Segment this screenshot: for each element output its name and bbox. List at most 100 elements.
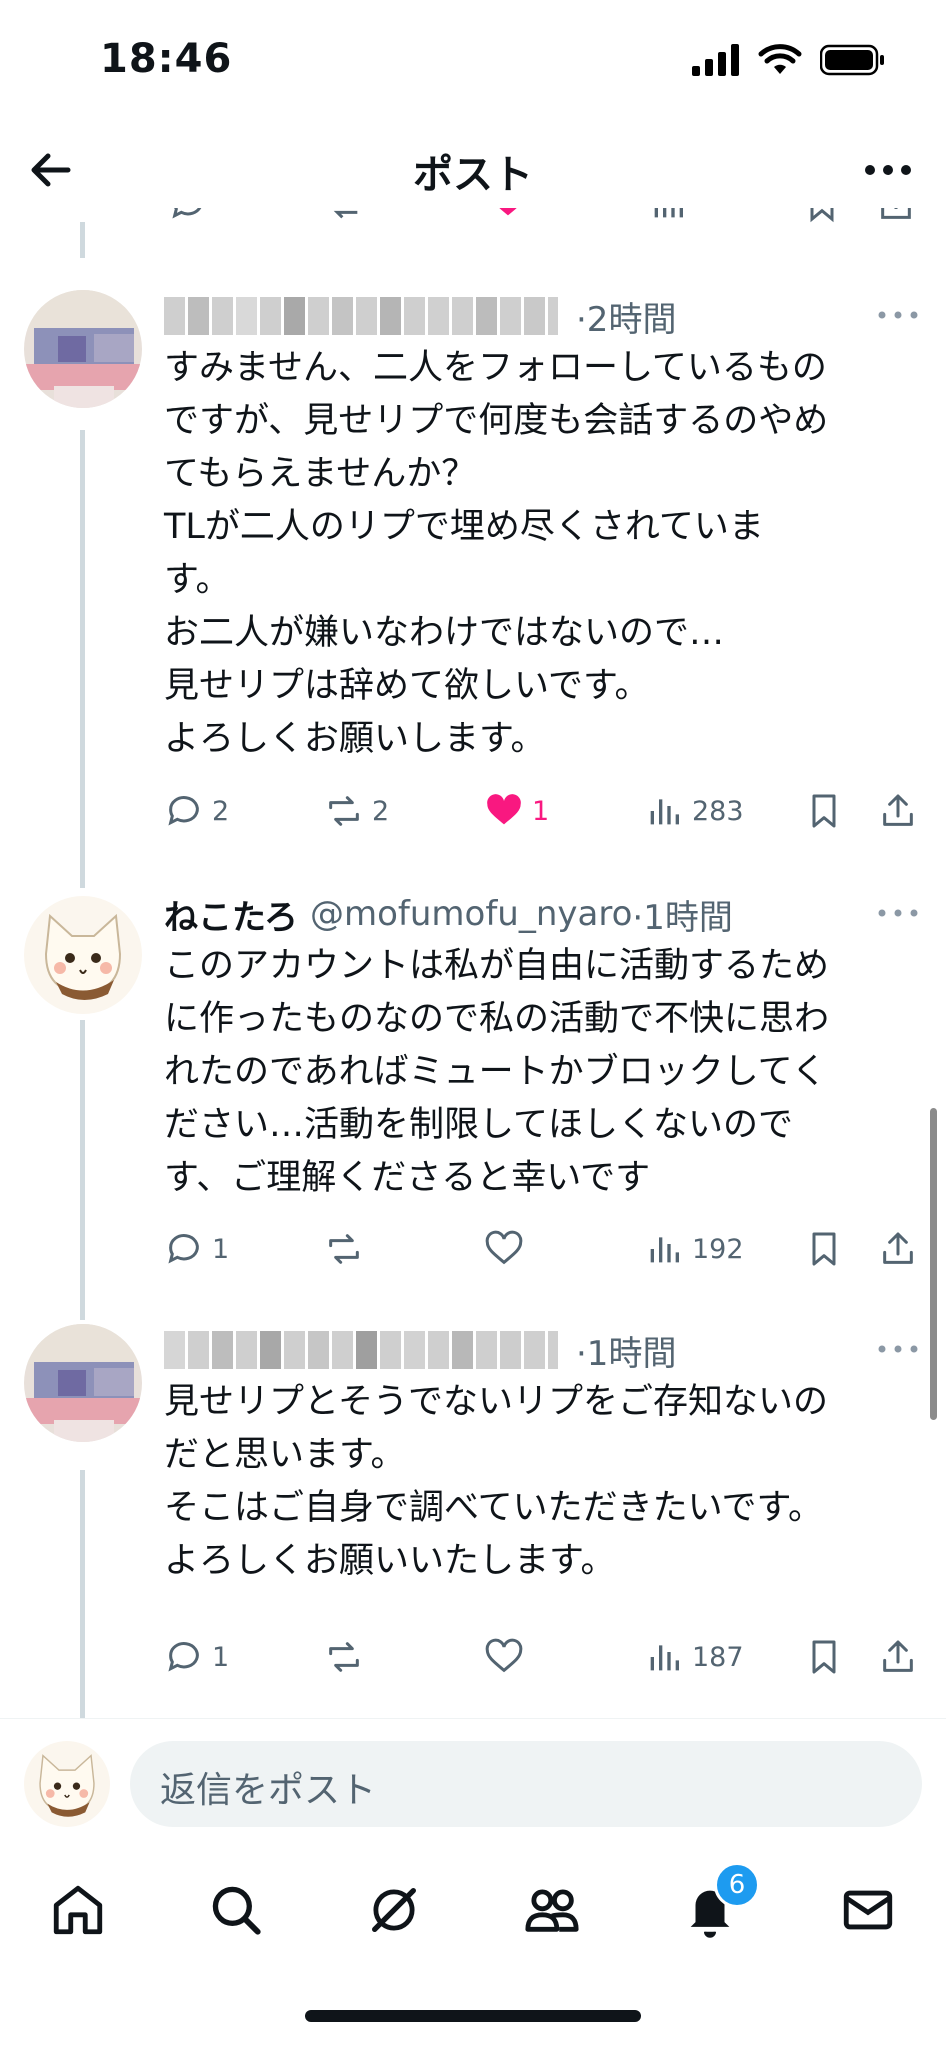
reply-icon bbox=[168, 796, 199, 826]
reply-post[interactable]: ·2時間 すみません、二人をフォローしているもの ですが、見せリプで何度も会話す… bbox=[0, 290, 946, 850]
bookmark-button[interactable] bbox=[804, 786, 844, 836]
reply-count: 2 bbox=[212, 795, 230, 827]
tab-search[interactable] bbox=[196, 1870, 276, 1950]
notification-badge: 6 bbox=[714, 1862, 760, 1908]
like-count: 1 bbox=[532, 795, 550, 827]
like-button[interactable] bbox=[484, 1632, 532, 1682]
battery-icon bbox=[820, 44, 884, 76]
reply-icon bbox=[168, 1642, 199, 1672]
repost-button[interactable] bbox=[324, 1632, 372, 1682]
scrollbar[interactable] bbox=[930, 1108, 937, 1420]
repost-button[interactable] bbox=[324, 1224, 372, 1274]
share-icon bbox=[883, 794, 913, 826]
repost-count: 2 bbox=[372, 795, 390, 827]
wifi-icon bbox=[758, 44, 802, 74]
bookmark-button[interactable] bbox=[804, 1224, 844, 1274]
views-button[interactable]: 187 bbox=[644, 1632, 744, 1682]
post-actions: 2 2 1 283 bbox=[164, 786, 928, 836]
tab-messages[interactable] bbox=[828, 1870, 908, 1950]
views-icon bbox=[650, 799, 679, 825]
like-button[interactable]: 1 bbox=[484, 786, 549, 836]
blurred-display-name bbox=[164, 1331, 558, 1369]
cat-avatar-icon bbox=[44, 913, 122, 1000]
thread-line bbox=[80, 222, 85, 258]
avatar[interactable] bbox=[24, 896, 142, 1014]
post-time[interactable]: ·2時間 bbox=[576, 292, 676, 341]
handle[interactable]: @mofumofu_nyaro bbox=[310, 894, 632, 934]
reply-button[interactable]: 2 bbox=[164, 786, 229, 836]
avatar[interactable] bbox=[24, 1741, 110, 1827]
share-icon bbox=[883, 1640, 913, 1672]
tab-communities[interactable] bbox=[512, 1870, 592, 1950]
repost-button[interactable]: 2 bbox=[324, 786, 389, 836]
repost-icon bbox=[329, 1234, 359, 1264]
view-count: 187 bbox=[692, 1641, 744, 1673]
blurred-display-name bbox=[164, 297, 558, 335]
reply-input[interactable]: 返信をポスト bbox=[130, 1741, 922, 1827]
tab-notifications[interactable]: 6 bbox=[670, 1862, 760, 1950]
home-indicator bbox=[305, 2010, 641, 2022]
previous-post-actions bbox=[164, 208, 924, 232]
views-button[interactable]: 283 bbox=[644, 786, 744, 836]
post-actions: 1 187 bbox=[164, 1632, 928, 1682]
views-icon bbox=[650, 1237, 679, 1263]
display-name[interactable]: ねこたろ bbox=[164, 890, 298, 939]
reply-post[interactable]: ·1時間 見せリプとそうでないリプをご存知ないの だと思います。 そこはご自身で… bbox=[0, 1324, 946, 1704]
share-button[interactable] bbox=[878, 1632, 918, 1682]
bookmark-button[interactable] bbox=[804, 1632, 844, 1682]
post-more-icon[interactable] bbox=[874, 898, 922, 928]
navigation-header: ポスト bbox=[0, 120, 946, 220]
reply-button[interactable]: 1 bbox=[164, 1224, 229, 1274]
reply-count: 1 bbox=[212, 1233, 230, 1265]
post-text: 見せリプとそうでないリプをご存知ないの だと思います。 そこはご自身で調べていた… bbox=[164, 1382, 828, 1581]
reply-placeholder: 返信をポスト bbox=[160, 1770, 377, 1811]
post-header: ねこたろ @mofumofu_nyaro ·1時間 bbox=[164, 888, 922, 940]
system-icons bbox=[692, 44, 886, 76]
bookmark-icon bbox=[812, 1640, 836, 1674]
share-button[interactable] bbox=[878, 786, 918, 836]
reply-button[interactable]: 1 bbox=[164, 1632, 229, 1682]
search-icon bbox=[212, 1886, 261, 1935]
post-text: このアカウントは私が自由に活動するため に作ったものなので私の活動で不快に思わ … bbox=[164, 946, 830, 1198]
cellular-signal-icon bbox=[692, 44, 739, 76]
mail-icon bbox=[843, 1890, 893, 1930]
post-more-icon[interactable] bbox=[874, 1334, 922, 1364]
tab-home[interactable] bbox=[38, 1870, 118, 1950]
like-button[interactable] bbox=[484, 1224, 532, 1274]
share-icon bbox=[883, 1232, 913, 1264]
view-count: 283 bbox=[692, 795, 744, 827]
views-button[interactable]: 192 bbox=[644, 1224, 744, 1274]
view-count: 192 bbox=[692, 1233, 744, 1265]
post-header: ·2時間 bbox=[164, 290, 922, 342]
post-time[interactable]: ·1時間 bbox=[632, 890, 732, 939]
post-text: すみません、二人をフォローしているもの ですが、見せリプで何度も会話するのやめ … bbox=[164, 348, 829, 759]
repost-icon bbox=[329, 796, 359, 826]
views-icon bbox=[650, 1645, 679, 1671]
bookmark-icon bbox=[812, 794, 836, 828]
post-more-icon[interactable] bbox=[874, 300, 922, 330]
status-bar: 18:46 bbox=[0, 0, 946, 120]
more-icon[interactable] bbox=[860, 150, 916, 190]
grok-icon bbox=[372, 1888, 416, 1932]
like-icon bbox=[487, 794, 521, 825]
post-header: ·1時間 bbox=[164, 1324, 922, 1376]
home-icon bbox=[53, 1885, 103, 1935]
repost-icon bbox=[329, 1642, 359, 1672]
reply-count: 1 bbox=[212, 1641, 230, 1673]
like-icon bbox=[485, 1638, 523, 1673]
reply-icon bbox=[168, 1234, 199, 1264]
like-icon bbox=[485, 1230, 523, 1265]
reply-composer: 返信をポスト bbox=[0, 1718, 946, 1849]
post-time[interactable]: ·1時間 bbox=[576, 1326, 676, 1375]
avatar[interactable] bbox=[24, 290, 142, 408]
page-title: ポスト bbox=[413, 152, 533, 198]
share-button[interactable] bbox=[878, 1224, 918, 1274]
status-time: 18:46 bbox=[100, 36, 233, 82]
bookmark-icon bbox=[812, 1232, 836, 1266]
reply-post[interactable]: ねこたろ @mofumofu_nyaro ·1時間 このアカウントは私が自由に活… bbox=[0, 888, 946, 1298]
avatar[interactable] bbox=[24, 1324, 142, 1442]
post-actions: 1 192 bbox=[164, 1224, 928, 1274]
bottom-tab-bar: 6 bbox=[0, 1850, 946, 1970]
communities-icon bbox=[525, 1889, 579, 1932]
tab-grok[interactable] bbox=[354, 1870, 434, 1950]
